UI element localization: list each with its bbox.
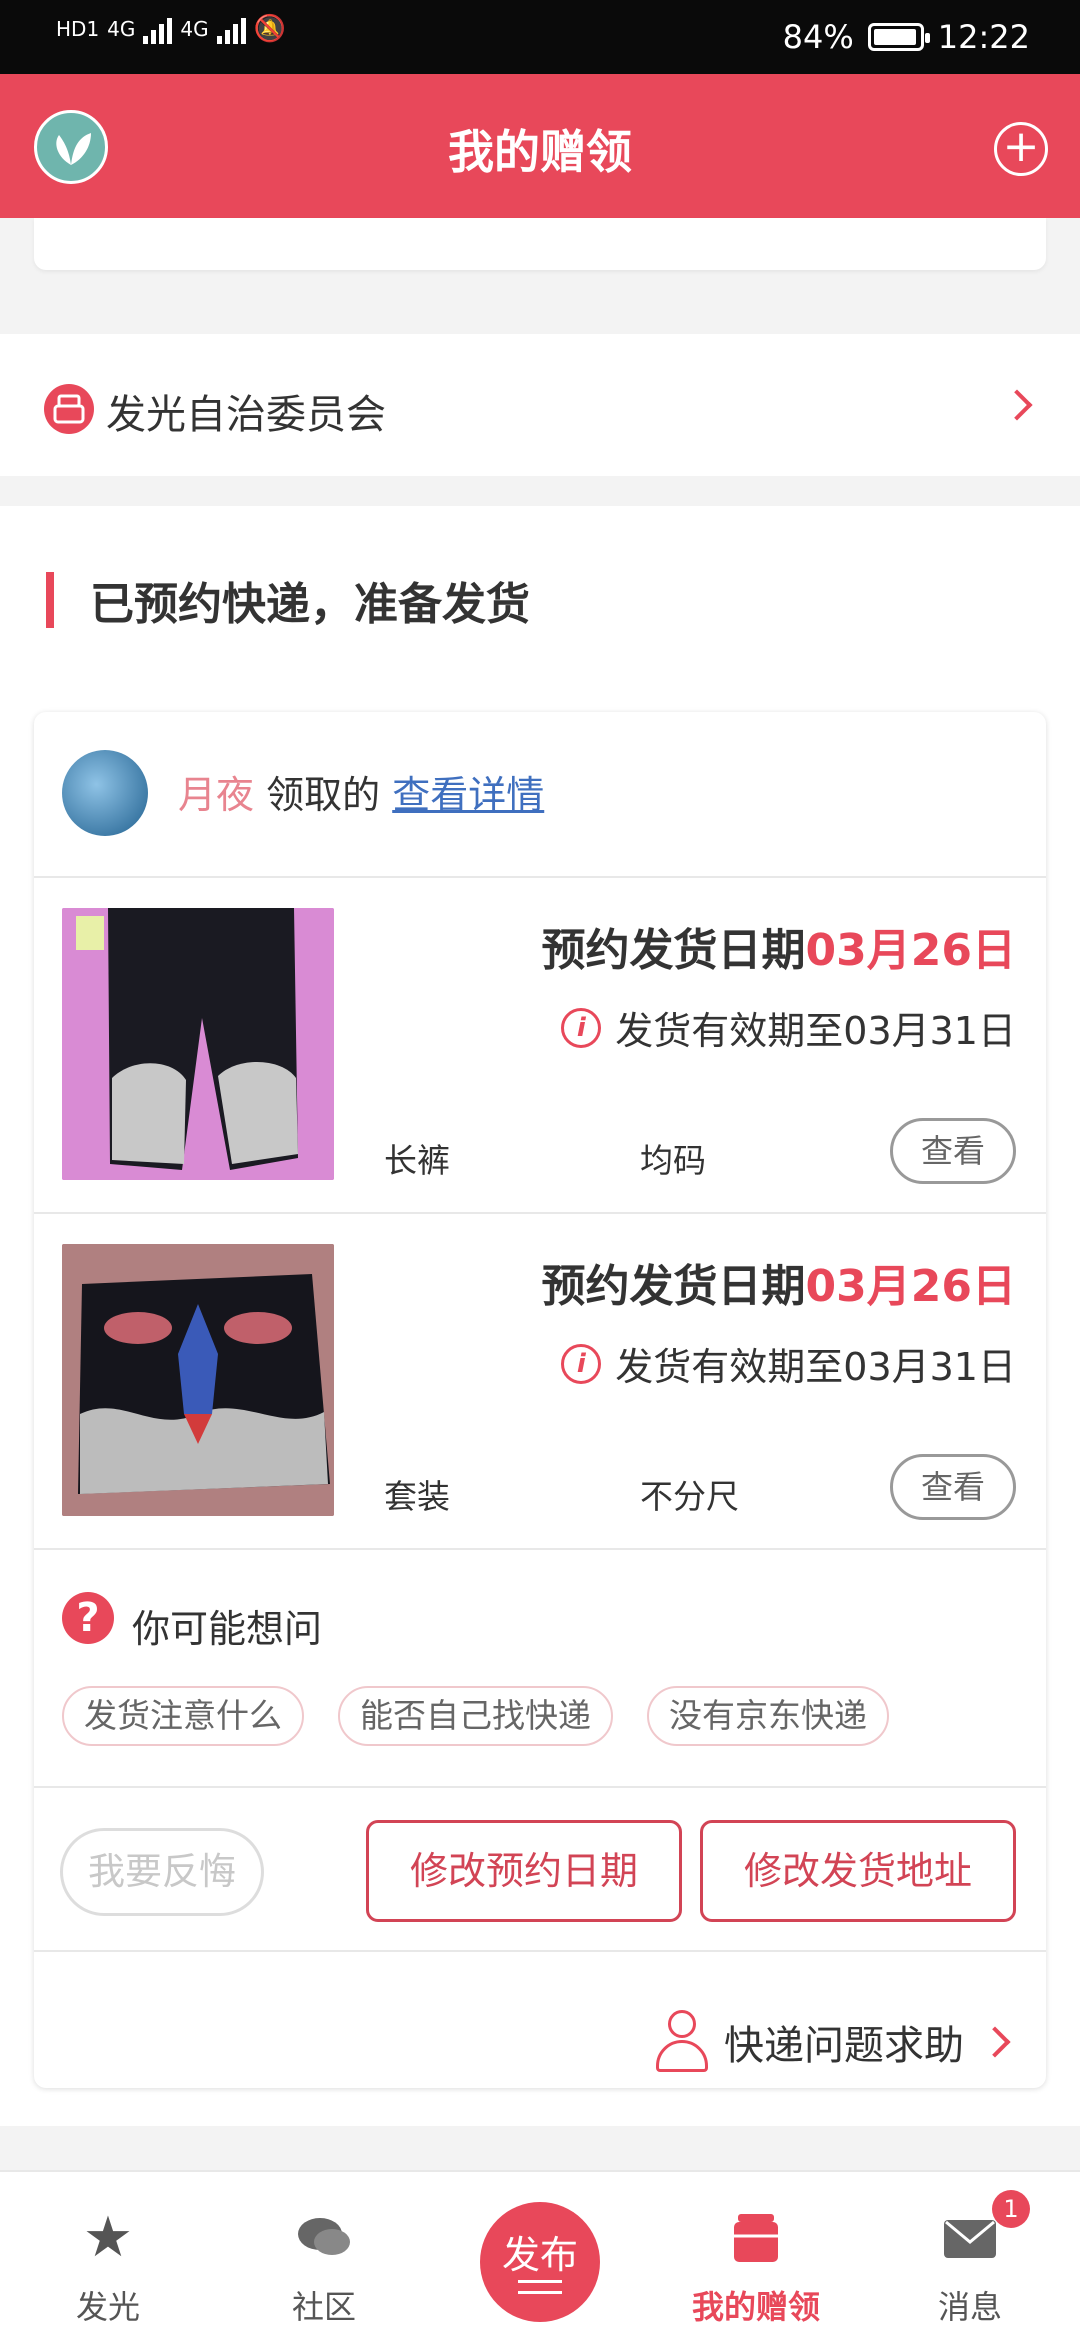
clock: 12:22 xyxy=(937,18,1030,56)
committee-icon xyxy=(44,384,94,434)
mute-icon: 🔕 xyxy=(253,14,287,44)
signal-icon-2 xyxy=(216,14,246,44)
chat-bubble-svg xyxy=(298,2218,350,2255)
list-item: 预约发货日期03月26日 i 发货有效期至03月31日 套装 不分尺 查看 xyxy=(34,1214,1046,1550)
status-bar: HD1 4G 4G 🔕 84% 12:22 xyxy=(0,0,1080,74)
committee-label: 发光自治委员会 xyxy=(106,392,386,438)
tab-messages-label: 消息 xyxy=(937,2288,1002,2326)
tab-shine[interactable]: ★ 发光 xyxy=(8,2172,208,2340)
claimer-line: 月夜 领取的 查看详情 xyxy=(178,764,544,819)
item-photo-sweater[interactable] xyxy=(62,1244,334,1516)
tab-community-label: 社区 xyxy=(291,2288,356,2326)
claimer-name[interactable]: 月夜 xyxy=(178,773,254,817)
plus-icon: + xyxy=(1002,121,1040,172)
ship-date: 预约发货日期03月26日 xyxy=(542,914,1016,978)
sim-label: HD1 xyxy=(56,17,100,41)
publish-button[interactable]: 发布 xyxy=(480,2202,600,2322)
claimed-text: 领取的 xyxy=(266,773,381,817)
gift-box-svg xyxy=(734,2214,778,2262)
order-card: 月夜 领取的 查看详情 预约发货日期03月26日 i 发货有效期至03月31日 … xyxy=(34,712,1046,2088)
item-size: 不分尺 xyxy=(640,1477,739,1516)
info-icon: i xyxy=(561,1343,602,1384)
battery-percent: 84% xyxy=(782,18,854,56)
change-date-button[interactable]: 修改预约日期 xyxy=(366,1820,682,1922)
status-left: HD1 4G 4G 🔕 xyxy=(56,14,286,44)
ship-date-label: 预约发货日期 xyxy=(541,1261,806,1312)
validity-text: 发货有效期至03月31日 xyxy=(615,1345,1016,1389)
app-bar: 我的赠领 + xyxy=(0,74,1080,218)
battery-fill xyxy=(873,29,916,45)
tab-shine-label: 发光 xyxy=(75,2288,140,2326)
sweater-image xyxy=(62,1244,334,1516)
bottom-tab-bar: ★ 发光 社区 发布 我的赠领 1 消息 xyxy=(0,2170,1080,2340)
section-header: 已预约快递，准备发货 xyxy=(46,570,530,630)
add-button[interactable]: + xyxy=(994,122,1048,176)
faq-block: ? 你可能想问 发货注意什么 能否自己找快递 没有京东快递 xyxy=(34,1550,1046,1788)
validity-text: 发货有效期至03月31日 xyxy=(615,1009,1016,1053)
chevron-right-icon xyxy=(979,2026,1011,2058)
page-title: 我的赠领 xyxy=(448,125,632,179)
change-address-button[interactable]: 修改发货地址 xyxy=(700,1820,1016,1922)
item-name: 套装 xyxy=(384,1477,450,1516)
status-right: 84% 12:22 xyxy=(783,18,1030,56)
faq-chips: 发货注意什么 能否自己找快递 没有京东快递 xyxy=(62,1686,889,1746)
question-icon: ? xyxy=(62,1592,114,1644)
view-button[interactable]: 查看 xyxy=(890,1454,1016,1520)
chat-bubble-icon xyxy=(294,2208,354,2268)
ship-date-value: 03月26日 xyxy=(805,1261,1016,1312)
tab-messages[interactable]: 1 消息 xyxy=(870,2172,1070,2340)
shipping-section: 已预约快递，准备发货 月夜 领取的 查看详情 预约发货日期03月26日 i 发货… xyxy=(0,506,1080,2126)
faq-title: 你可能想问 xyxy=(132,1607,323,1651)
tab-my-gifts-label: 我的赠领 xyxy=(691,2288,820,2326)
network-label: 4G xyxy=(107,17,136,41)
validity-line: i 发货有效期至03月31日 xyxy=(561,1336,1016,1391)
item-name: 长裤 xyxy=(384,1141,450,1180)
committee-row[interactable]: 发光自治委员会 xyxy=(0,334,1080,476)
ship-date-label: 预约发货日期 xyxy=(541,925,806,976)
regret-button[interactable]: 我要反悔 xyxy=(60,1828,264,1916)
section-title: 已预约快递，准备发货 xyxy=(90,579,530,630)
previous-card-bottom xyxy=(34,218,1046,270)
view-details-link[interactable]: 查看详情 xyxy=(392,773,544,817)
ship-date: 预约发货日期03月26日 xyxy=(542,1250,1016,1314)
publish-label: 发布 xyxy=(501,2233,578,2277)
avatar[interactable] xyxy=(62,750,148,836)
signal-icon xyxy=(143,14,173,44)
ship-date-value: 03月26日 xyxy=(805,925,1016,976)
section-accent-bar xyxy=(46,572,54,628)
validity-line: i 发货有效期至03月31日 xyxy=(561,1000,1016,1055)
chevron-right-icon xyxy=(1001,389,1033,421)
person-icon xyxy=(654,2010,710,2074)
pants-image xyxy=(62,908,334,1180)
battery-icon xyxy=(867,23,930,51)
printer-icon xyxy=(53,394,85,424)
messages-badge: 1 xyxy=(992,2190,1030,2228)
faq-chip-own-courier[interactable]: 能否自己找快递 xyxy=(338,1686,613,1746)
info-icon: i xyxy=(561,1007,602,1048)
gift-box-icon xyxy=(726,2208,786,2268)
faq-chip-no-jd-express[interactable]: 没有京东快递 xyxy=(647,1686,889,1746)
faq-chip-shipping-notes[interactable]: 发货注意什么 xyxy=(62,1686,304,1746)
envelope-icon xyxy=(940,2208,1000,2268)
network-label-2: 4G xyxy=(180,17,209,41)
menu-lines-icon xyxy=(518,2280,562,2294)
order-card-header: 月夜 领取的 查看详情 xyxy=(34,712,1046,878)
view-button[interactable]: 查看 xyxy=(890,1118,1016,1184)
courier-help-label: 快递问题求助 xyxy=(724,2023,964,2069)
item-size: 均码 xyxy=(640,1141,706,1180)
list-item: 预约发货日期03月26日 i 发货有效期至03月31日 长裤 均码 查看 xyxy=(34,878,1046,1214)
tab-my-gifts[interactable]: 我的赠领 xyxy=(656,2172,856,2340)
star-icon: ★ xyxy=(82,2205,134,2270)
action-row: 我要反悔 修改预约日期 修改发货地址 xyxy=(34,1788,1046,1952)
courier-help-link[interactable]: 快递问题求助 xyxy=(654,2010,1016,2074)
envelope-svg xyxy=(944,2220,996,2258)
tab-community[interactable]: 社区 xyxy=(224,2172,424,2340)
item-photo-pants[interactable] xyxy=(62,908,334,1180)
